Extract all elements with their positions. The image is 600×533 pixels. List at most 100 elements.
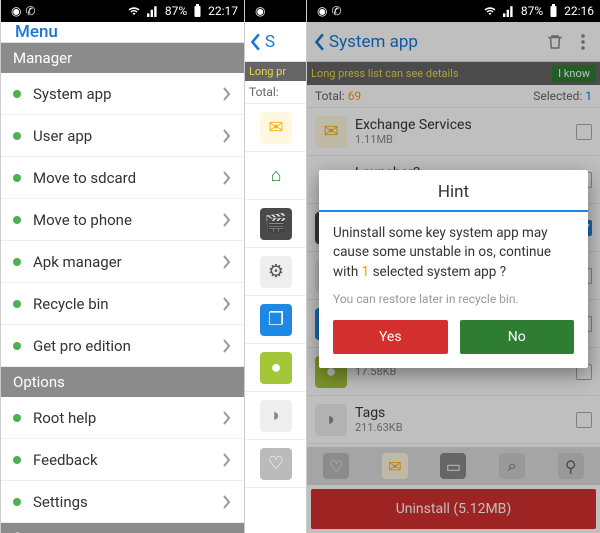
menu-item-root-help[interactable]: Root help [1, 397, 244, 439]
chevron-right-icon [222, 411, 232, 425]
status-bar: ◉ [245, 0, 306, 22]
clapper-icon: 🎬 [260, 208, 292, 240]
signal-icon [147, 5, 159, 17]
status-bar: ◉ ✆ 87% 22:17 [1, 0, 244, 22]
menu-item-user-app[interactable]: User app [1, 115, 244, 157]
hint-text: Long press list can see details [311, 67, 459, 80]
trash-icon[interactable] [542, 33, 568, 51]
dock-search-icon[interactable]: ⌕ [499, 453, 525, 479]
app-size: 211.63KB [355, 421, 568, 434]
menu-item-get-pro[interactable]: Get pro edition [1, 325, 244, 367]
list-item[interactable]: ⚙ [245, 248, 306, 296]
bullet-icon [13, 258, 21, 266]
chevron-right-icon [222, 87, 232, 101]
applist-panel: ◉ ✆ 87% 22:16 System app Long press list… [306, 0, 600, 533]
clock: 22:16 [564, 4, 594, 18]
bullet-icon [13, 414, 21, 422]
hint-bar-fragment: Long pr [245, 62, 306, 81]
bullet-icon [13, 300, 21, 308]
dock-pin-icon[interactable]: ⚲ [558, 453, 584, 479]
menu-item-settings[interactable]: Settings [1, 481, 244, 523]
tag-icon: ◗ [260, 400, 292, 432]
list-item[interactable]: ⌂ [245, 152, 306, 200]
menu-title: Menu [1, 22, 244, 43]
battery-pct: 87% [521, 4, 543, 18]
list-header: System app [307, 22, 600, 62]
list-item[interactable]: 🎬 [245, 200, 306, 248]
totals-row: Total: 69 Selected: 1 [307, 85, 600, 108]
dock-mail-icon[interactable]: ✉ [382, 453, 408, 479]
menu-item-move-sdcard[interactable]: Move to sdcard [1, 157, 244, 199]
dialog-body: Uninstall some key system app may cause … [319, 224, 588, 283]
select-checkbox[interactable] [576, 412, 592, 428]
bullet-icon [13, 132, 21, 140]
bullet-icon [13, 456, 21, 464]
menu-item-recycle-bin[interactable]: Recycle bin [1, 283, 244, 325]
selected-label: Selected: [533, 89, 582, 103]
list-item[interactable]: ♡ [245, 440, 306, 488]
menu-item-system-app[interactable]: System app [1, 73, 244, 115]
battery-icon [193, 4, 202, 18]
windows-icon: ❐ [260, 304, 292, 336]
bullet-icon [13, 174, 21, 182]
hint-dialog: Hint Uninstall some key system app may c… [319, 170, 588, 368]
overflow-icon[interactable] [572, 33, 594, 51]
signal-icon [503, 5, 515, 17]
back-icon[interactable] [313, 33, 325, 51]
app-icon-column: ✉ ⌂ 🎬 ⚙ ❐ ● ◗ ♡ [245, 104, 306, 488]
uninstall-button[interactable]: Uninstall (5.12MB) [311, 489, 596, 529]
clock: 22:17 [208, 4, 238, 18]
mail-icon: ✉ [260, 112, 292, 144]
i-know-button[interactable]: I know [552, 65, 596, 82]
list-item[interactable]: ◗ [245, 392, 306, 440]
app-size: 1.11MB [355, 133, 568, 146]
battery-icon [549, 4, 558, 18]
phone-icon: ✆ [25, 4, 35, 18]
dialog-yes-button[interactable]: Yes [333, 320, 448, 354]
list-item[interactable]: ◗ Tags211.63KB [307, 396, 600, 444]
chevron-right-icon [222, 255, 232, 269]
chevron-right-icon [222, 495, 232, 509]
dialog-no-button[interactable]: No [460, 320, 575, 354]
bullet-icon [13, 342, 21, 350]
header-title-fragment: S [265, 32, 275, 52]
list-item[interactable]: ✉ [245, 104, 306, 152]
chevron-right-icon [222, 171, 232, 185]
section-options: Options [1, 367, 244, 397]
wifi-icon [127, 5, 141, 17]
menu-item-move-phone[interactable]: Move to phone [1, 199, 244, 241]
menu-scroll: Manager System app User app Move to sdca… [1, 43, 244, 533]
back-icon[interactable] [249, 33, 261, 51]
camera-icon: ◉ [11, 4, 21, 18]
camera-icon: ◉ [317, 4, 327, 18]
bullet-icon [13, 498, 21, 506]
app-icon: ✉ [315, 116, 347, 148]
app-name: Exchange Services [355, 117, 568, 133]
menu-panel: ◉ ✆ 87% 22:17 Menu Manager System app Us… [0, 0, 244, 533]
app-icon: ◗ [315, 404, 347, 436]
menu-item-feedback[interactable]: Feedback [1, 439, 244, 481]
list-item[interactable]: ● [245, 344, 306, 392]
page-title: System app [329, 32, 538, 52]
list-header: S [245, 22, 306, 62]
select-checkbox[interactable] [576, 124, 592, 140]
dock-heart-icon[interactable]: ♡ [323, 453, 349, 479]
battery-pct: 87% [165, 4, 187, 18]
camera-icon: ◉ [255, 4, 265, 18]
chevron-right-icon [222, 453, 232, 467]
total-count: 69 [348, 89, 362, 103]
total-label-fragment: Total: [245, 81, 306, 104]
chevron-right-icon [222, 339, 232, 353]
total-label: Total: [315, 89, 345, 103]
app-name: Tags [355, 405, 568, 421]
menu-item-apk-manager[interactable]: Apk manager [1, 241, 244, 283]
home-icon: ⌂ [260, 160, 292, 192]
android-icon: ● [260, 352, 292, 384]
chevron-right-icon [222, 129, 232, 143]
status-bar: ◉ ✆ 87% 22:16 [307, 0, 600, 22]
dock-gallery-icon[interactable]: ▭ [440, 453, 466, 479]
hint-bar: Long press list can see details I know [307, 62, 600, 85]
list-item[interactable]: ❐ [245, 296, 306, 344]
list-sliver-panel: ◉ S Long pr Total: ✉ ⌂ 🎬 ⚙ ❐ ● ◗ ♡ [244, 0, 306, 533]
list-item[interactable]: ✉ Exchange Services1.11MB [307, 108, 600, 156]
